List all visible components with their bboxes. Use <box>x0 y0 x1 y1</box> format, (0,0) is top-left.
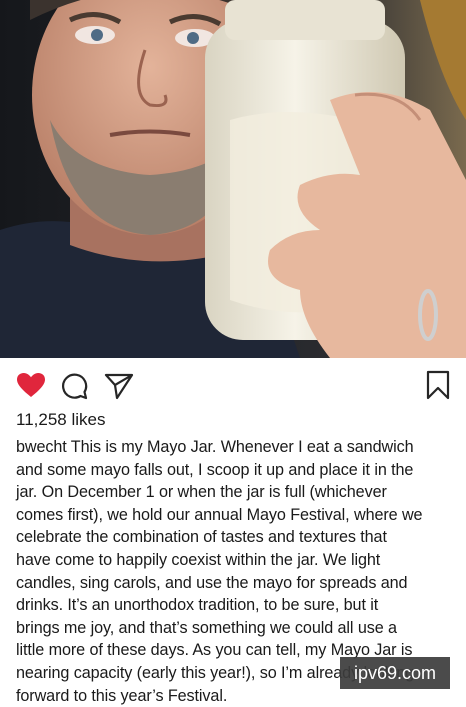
caption-line: brings me joy, and that’s something we c… <box>16 618 397 637</box>
caption-line: drinks. It’s an unorthodox tradition, to… <box>16 596 379 615</box>
post-photo[interactable] <box>0 0 466 358</box>
caption-text: This is my Mayo Jar. Whenever I eat a sa… <box>66 438 414 456</box>
heart-icon[interactable] <box>16 372 46 398</box>
photo-illustration <box>0 0 466 358</box>
caption-line: and some mayo falls out, I scoop it up a… <box>16 460 414 479</box>
send-icon[interactable] <box>104 372 134 400</box>
caption-line: candles, sing carols, and use the mayo f… <box>16 573 408 592</box>
likes-count[interactable]: 11,258 likes <box>16 410 105 430</box>
caption-line: comes first), we hold our annual Mayo Fe… <box>16 505 423 524</box>
comment-icon[interactable] <box>60 372 88 400</box>
caption-line: have come to happily coexist within the … <box>16 550 381 569</box>
bookmark-icon[interactable] <box>426 370 450 400</box>
post-actions-bar <box>0 358 466 408</box>
caption-line: celebrate the combination of tastes and … <box>16 528 387 547</box>
watermark-label: ipv69.com <box>340 657 450 689</box>
username-link[interactable]: bwecht <box>16 438 67 456</box>
caption-line: jar. On December 1 or when the jar is fu… <box>16 483 387 502</box>
caption-line: bwecht This is my Mayo Jar. Whenever I e… <box>16 436 456 459</box>
